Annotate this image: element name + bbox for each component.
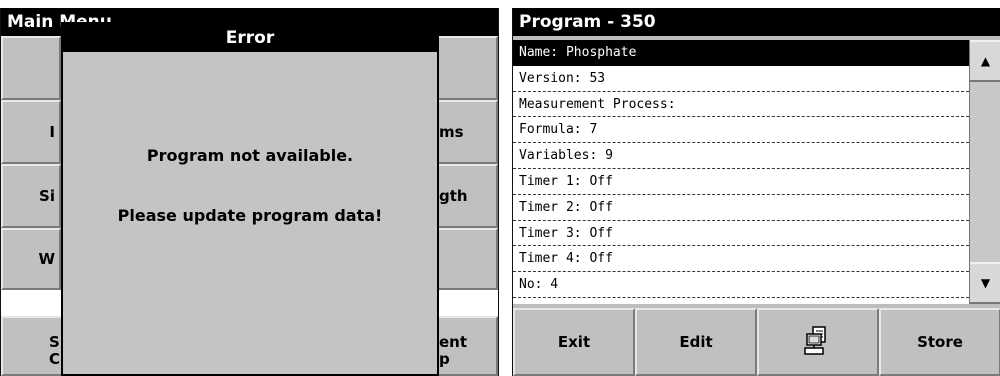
menu-button-right-4[interactable]	[433, 228, 498, 290]
list-item-name[interactable]: Name: Phosphate	[513, 40, 969, 66]
pc-transfer-button[interactable]	[757, 308, 879, 376]
menu-button-right-1[interactable]	[433, 36, 498, 100]
menu-button-right-3[interactable]: gth	[433, 164, 498, 228]
error-message-line-1: Program not available.	[146, 146, 354, 165]
program-title: Program - 350	[513, 8, 1000, 36]
menu-button-right-2[interactable]: ms	[433, 100, 498, 164]
error-message-line-2: Please update program data!	[117, 206, 383, 225]
program-info-list: Name: Phosphate Version: 53 Measurement …	[513, 40, 969, 304]
list-item-timer-3[interactable]: Timer 3: Off	[513, 221, 969, 247]
list-item-variables[interactable]: Variables: 9	[513, 143, 969, 169]
softkey-bar: Exit Edit Store	[513, 308, 1000, 376]
store-button[interactable]: Store	[879, 308, 1000, 376]
menu-button-left-3[interactable]: Si	[1, 164, 61, 228]
program-screen: Program - 350 Name: Phosphate Version: 5…	[512, 8, 1000, 376]
list-scrollbar[interactable]: ▲ ▼	[969, 40, 1000, 304]
scroll-down-button[interactable]: ▼	[970, 262, 1000, 304]
list-item-measurement-process[interactable]: Measurement Process:	[513, 92, 969, 118]
arrow-down-icon: ▼	[980, 276, 991, 290]
list-item-timer-2[interactable]: Timer 2: Off	[513, 195, 969, 221]
list-item-no[interactable]: No: 4	[513, 272, 969, 298]
arrow-up-icon: ▲	[980, 54, 991, 68]
list-item-formula[interactable]: Formula: 7	[513, 117, 969, 144]
menu-button-left-2[interactable]: I	[1, 100, 61, 164]
scroll-up-button[interactable]: ▲	[970, 40, 1000, 82]
exit-button[interactable]: Exit	[513, 308, 635, 376]
list-item-timer-1[interactable]: Timer 1: Off	[513, 169, 969, 195]
edit-button[interactable]: Edit	[635, 308, 757, 376]
error-dialog-title: Error	[63, 24, 437, 52]
main-menu-screen: Main Menu I Si W ms gth S C ent p Error …	[0, 8, 499, 376]
menu-button-left-1[interactable]	[1, 36, 61, 100]
computer-transfer-icon	[804, 326, 826, 355]
list-item-version[interactable]: Version: 53	[513, 66, 969, 92]
error-dialog: Error Program not available. Please upda…	[61, 22, 439, 376]
menu-button-left-4[interactable]: W	[1, 228, 61, 290]
list-item-timer-4[interactable]: Timer 4: Off	[513, 246, 969, 273]
